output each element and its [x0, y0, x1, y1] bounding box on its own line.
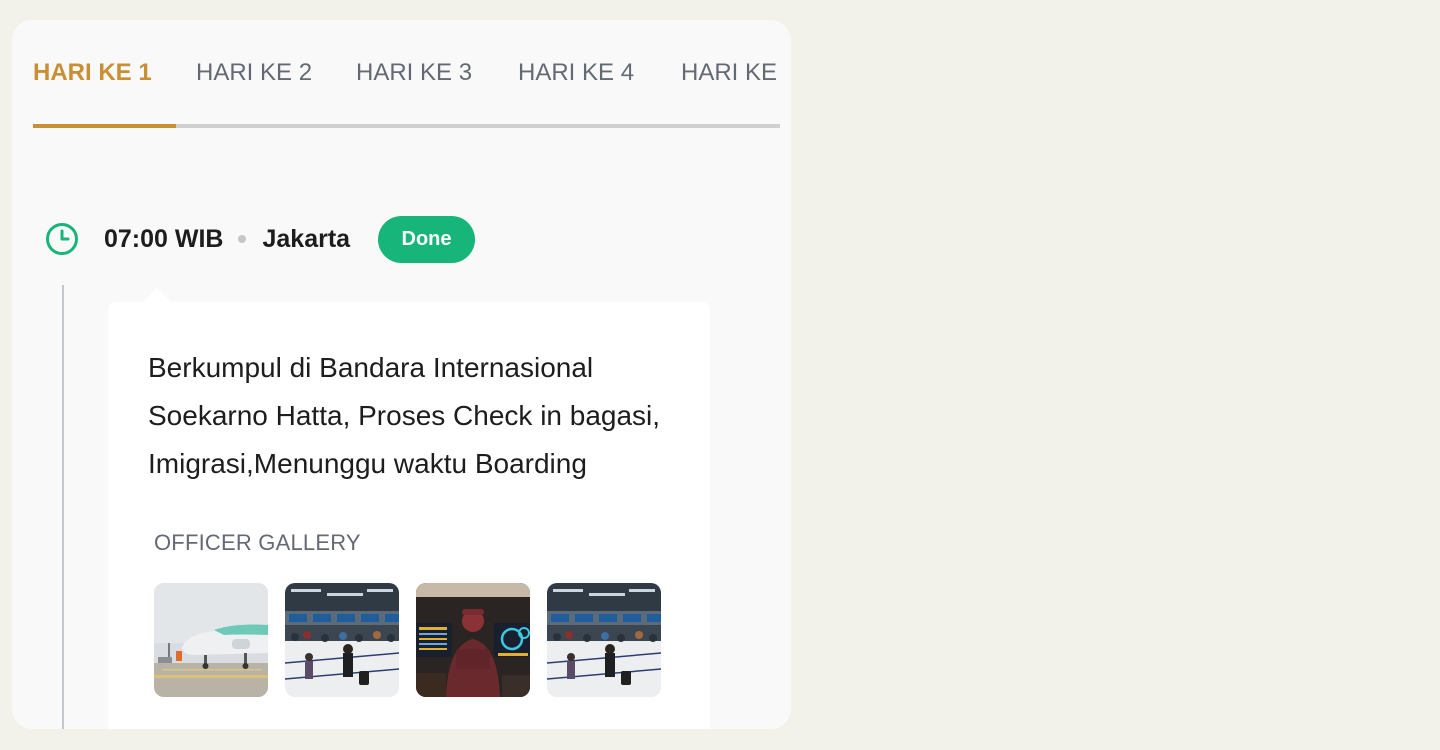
gallery-photo-departure-board[interactable] — [416, 583, 530, 697]
tab-day-4[interactable]: HARI KE 4 — [518, 58, 634, 88]
tab-day-3[interactable]: HARI KE 3 — [356, 58, 472, 88]
schedule-header: 07:00 WIB Jakarta — [104, 224, 350, 254]
clock-icon — [46, 223, 78, 255]
gallery-label: OFFICER GALLERY — [154, 530, 361, 555]
status-badge: Done — [378, 216, 475, 263]
tab-day-5[interactable]: HARI KE 5 — [681, 58, 780, 88]
gallery-photo-checkin-2[interactable] — [547, 583, 661, 697]
card-pointer — [143, 288, 171, 302]
itinerary-panel: HARI KE 1 HARI KE 2 HARI KE 3 HARI KE 4 … — [12, 20, 791, 729]
gallery-photo-airplane[interactable] — [154, 583, 268, 697]
schedule-location: Jakarta — [262, 224, 351, 253]
schedule-time: 07:00 WIB — [104, 224, 224, 253]
check-in-hall-photo-icon — [547, 583, 661, 697]
day-tabs: HARI KE 1 HARI KE 2 HARI KE 3 HARI KE 4 … — [33, 20, 780, 128]
schedule-card: Berkumpul di Bandara Internasional Soeka… — [108, 302, 710, 729]
tab-day-2[interactable]: HARI KE 2 — [196, 58, 312, 88]
timeline-line — [62, 285, 64, 729]
separator-dot — [238, 235, 247, 243]
check-in-hall-photo-icon — [285, 583, 399, 697]
airplane-photo-icon — [154, 583, 268, 697]
active-tab-indicator — [33, 124, 176, 128]
schedule-description: Berkumpul di Bandara Internasional Soeka… — [148, 352, 661, 479]
departure-board-photo-icon — [416, 583, 530, 697]
gallery-photo-checkin-1[interactable] — [285, 583, 399, 697]
tab-day-1[interactable]: HARI KE 1 — [33, 58, 152, 88]
